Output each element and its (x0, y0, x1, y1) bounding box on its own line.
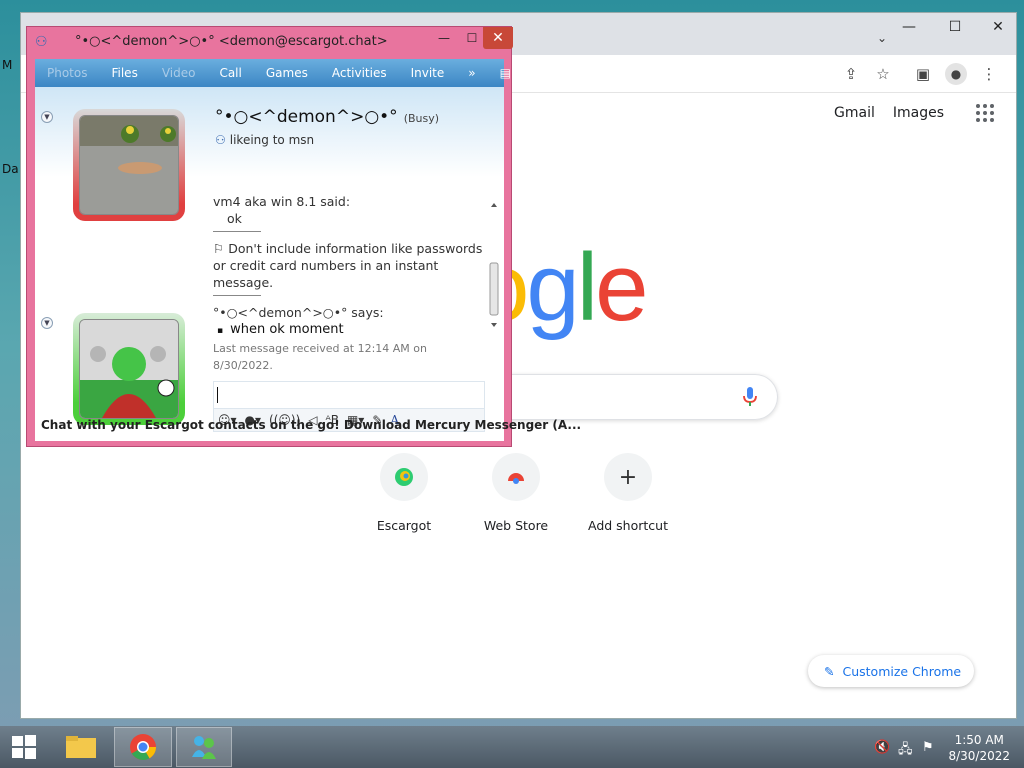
volume-muted-icon[interactable]: 🔇 (874, 740, 890, 755)
self-avatar[interactable] (73, 313, 185, 425)
network-icon[interactable]: 🖧 (898, 740, 913, 762)
toolbar-call[interactable]: Call (207, 66, 253, 80)
toolbar-invite[interactable]: Invite (399, 66, 457, 80)
folder-icon (66, 736, 96, 758)
toolbar-video[interactable]: Video (150, 66, 208, 80)
contact-picture (79, 115, 179, 215)
shortcut-web-store[interactable]: Web Store (466, 453, 566, 533)
messenger-buddy-icon: ⚇ (35, 34, 48, 50)
desktop-label-fragment: M (2, 58, 13, 72)
message-text: ok (227, 211, 242, 226)
messenger-titlebar: ⚇ °•○<^demon^>○•° <demon@escargot.chat> … (27, 27, 513, 57)
chat-scrollbar[interactable] (487, 201, 501, 329)
contact-display-name: °•○<^demon^>○•° (215, 107, 398, 127)
psm-icon: ⚇ (215, 133, 226, 147)
message-item: ▪ when ok moment (213, 321, 485, 340)
messenger-taskbar-button[interactable] (176, 727, 232, 767)
shortcut-label: Web Store (483, 518, 549, 533)
toolbar-photos[interactable]: Photos (35, 66, 99, 80)
plus-icon: + (604, 453, 652, 501)
shortcut-escargot[interactable]: Escargot (354, 453, 454, 533)
messenger-maximize-button[interactable]: ☐ (459, 27, 485, 49)
collapse-self-icon[interactable]: ▼ (41, 317, 53, 329)
shortcut-add[interactable]: + Add shortcut (578, 453, 678, 533)
toolbar-files[interactable]: Files (99, 66, 149, 80)
message-separator (213, 295, 261, 296)
bullet-icon: ▪ (217, 326, 226, 336)
pencil-icon: ✎ (824, 663, 835, 679)
desktop-label-fragment: Da (2, 162, 19, 176)
bookmark-star-icon[interactable]: ☆ (873, 64, 893, 84)
share-icon[interactable]: ⇪ (841, 64, 861, 84)
self-picture (79, 319, 179, 419)
text-caret (217, 387, 218, 403)
shortcut-label: Add shortcut (588, 518, 668, 533)
google-search-box[interactable]: E (478, 374, 778, 420)
escargot-icon (380, 453, 428, 501)
customize-chrome-button[interactable]: ✎ Customize Chrome (808, 655, 974, 687)
taskbar: 🔇 🖧 ⚑ 1:50 AM 8/30/2022 (0, 726, 1024, 768)
windows-logo-icon (12, 735, 36, 759)
contact-status-badge: (Busy) (403, 112, 440, 125)
warning-text: Don't include information like passwords… (213, 241, 483, 290)
warning-icon: ⚐ (213, 241, 229, 256)
contact-avatar[interactable] (73, 109, 185, 221)
contact-personal-message: ⚇ likeing to msn (215, 133, 314, 147)
profile-avatar-icon[interactable]: ● (945, 63, 967, 85)
message-header: vm4 aka win 8.1 said: (213, 194, 351, 209)
system-clock[interactable]: 1:50 AM 8/30/2022 (948, 732, 1010, 764)
messenger-ad-banner[interactable]: Chat with your Escargot contacts on the … (41, 418, 581, 432)
window-title: °•○<^demon^>○•° <demon@escargot.chat> (75, 34, 388, 49)
chrome-icon (130, 734, 157, 761)
gmail-link[interactable]: Gmail (834, 105, 875, 121)
clock-time: 1:50 AM (954, 733, 1004, 747)
privacy-warning: ⚐ Don't include information like passwor… (213, 240, 485, 291)
chrome-taskbar-button[interactable] (114, 727, 172, 767)
messenger-chat-window: ⚇ °•○<^demon^>○•° <demon@escargot.chat> … (26, 26, 581, 447)
file-explorer-button[interactable] (60, 727, 102, 767)
chrome-minimize-button[interactable]: — (887, 13, 931, 41)
psm-text: likeing to msn (229, 133, 315, 147)
collapse-contact-icon[interactable]: ▼ (41, 111, 53, 123)
clock-date: 8/30/2022 (948, 749, 1010, 763)
toolbar-games[interactable]: Games (254, 66, 320, 80)
message-text: when ok moment (230, 322, 344, 337)
messenger-toolbar: Photos Files Video Call Games Activities… (35, 59, 521, 87)
images-link[interactable]: Images (893, 105, 944, 121)
toolbar-activities[interactable]: Activities (320, 66, 399, 80)
messenger-close-button[interactable]: ✕ (483, 27, 513, 49)
last-received-notice: Last message received at 12:14 AM on 8/3… (213, 342, 427, 372)
chat-history: vm4 aka win 8.1 said: ok ⚐ Don't include… (213, 193, 485, 377)
toolbar-more[interactable]: » (456, 66, 487, 80)
messenger-buddy-icon (192, 736, 216, 759)
google-top-links: Gmail Images (834, 104, 994, 122)
message-header: °•○<^demon^>○•° says: (213, 305, 384, 320)
chrome-close-button[interactable]: ✕ (976, 13, 1020, 41)
message-input[interactable] (213, 381, 485, 409)
logo-letter: e (595, 234, 648, 341)
microphone-icon[interactable] (743, 387, 757, 407)
messenger-body: ▼ °•○<^demon^>○•° (Busy) ⚇ likeing to msn… (35, 87, 504, 441)
messenger-minimize-button[interactable]: — (431, 27, 457, 49)
message-separator (213, 231, 261, 232)
customize-label: Customize Chrome (842, 663, 962, 679)
chrome-maximize-button[interactable]: ☐ (933, 13, 977, 41)
shortcut-label: Escargot (376, 518, 432, 533)
start-button[interactable] (6, 727, 42, 767)
action-center-icon[interactable]: ⚑ (922, 740, 934, 755)
logo-letter: g (526, 234, 579, 341)
google-apps-icon[interactable] (976, 104, 994, 122)
tab-search-icon[interactable]: ⌄ (877, 31, 887, 45)
logo-letter: l (576, 234, 598, 341)
menu-kebab-icon[interactable]: ⋮ (979, 64, 999, 84)
webstore-icon (492, 453, 540, 501)
display-menu-icon[interactable]: ▤ ▾ (488, 66, 533, 80)
contact-name: °•○<^demon^>○•° (Busy) (215, 107, 439, 127)
side-panel-icon[interactable]: ▣ (913, 64, 933, 84)
